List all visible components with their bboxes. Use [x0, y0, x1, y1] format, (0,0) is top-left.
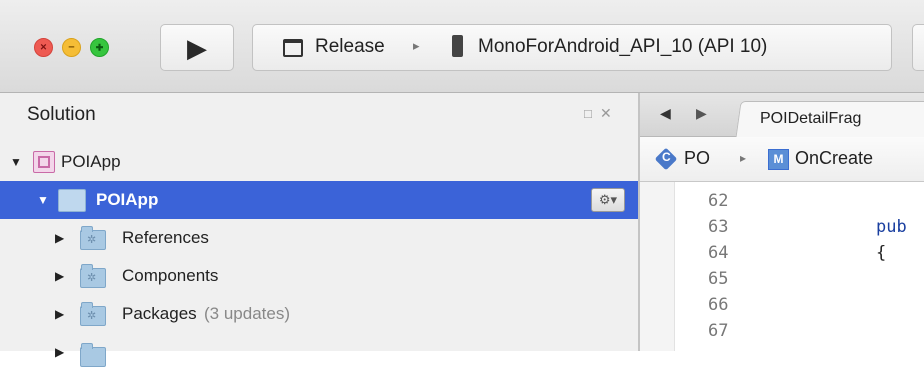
toolbar-right-button[interactable]	[912, 24, 924, 71]
class-icon-letter: C	[662, 150, 671, 164]
code-line: 64 {	[640, 243, 924, 269]
project-icon	[58, 189, 86, 212]
folder-icon	[80, 343, 106, 367]
breadcrumb-class[interactable]: PO	[684, 148, 710, 169]
line-code[interactable]: pub	[876, 217, 907, 237]
editor-tab-strip: ◀ ▶ POIDetailFrag	[640, 93, 924, 138]
code-line: 63 pub	[640, 217, 924, 243]
tree-item-label: Packages	[122, 304, 197, 323]
breadcrumb-method[interactable]: OnCreate	[795, 148, 873, 169]
minimize-window-button[interactable]: −	[62, 38, 81, 57]
window-icon	[283, 39, 303, 57]
device-label[interactable]: MonoForAndroid_API_10 (API 10)	[478, 36, 767, 58]
tree-item-label: References	[122, 228, 209, 247]
line-number: 64	[708, 243, 729, 263]
breadcrumb-bar: C PO ▸ M OnCreate	[640, 137, 924, 182]
collapsed-triangle-icon[interactable]: ▶	[55, 269, 64, 283]
collapsed-triangle-icon[interactable]: ▶	[55, 231, 64, 245]
line-number: 67	[708, 321, 729, 341]
tree-item-label: POIApp	[96, 190, 159, 209]
tab-back-icon[interactable]: ◀	[660, 105, 671, 122]
folder-icon: ✲	[80, 302, 106, 326]
configuration-label[interactable]: Release	[315, 36, 385, 58]
solution-pad: Solution □ ✕ ▼ POIApp ▼ POIApp ⚙▾ ▶ ✲ Re…	[0, 93, 638, 367]
zoom-icon: ✚	[95, 42, 104, 52]
code-line: 65	[640, 269, 924, 295]
line-number: 62	[708, 191, 729, 211]
breadcrumb-separator-icon: ▸	[740, 151, 747, 165]
collapsed-triangle-icon[interactable]: ▶	[55, 345, 64, 359]
solution-pad-title: Solution	[27, 104, 96, 125]
tree-item-packages[interactable]: ▶ ✲ Packages (3 updates)	[0, 295, 638, 333]
line-number: 66	[708, 295, 729, 315]
line-number: 63	[708, 217, 729, 237]
collapsed-triangle-icon[interactable]: ▶	[55, 307, 64, 321]
scheme-selector[interactable]: Release ▸ MonoForAndroid_API_10 (API 10)	[252, 24, 892, 71]
line-number: 65	[708, 269, 729, 289]
solution-icon	[33, 151, 55, 173]
folder-icon: ✲	[80, 226, 106, 250]
code-line: 62	[640, 191, 924, 217]
pad-close-icon[interactable]: ✕	[600, 105, 612, 122]
tab-forward-icon[interactable]: ▶	[696, 105, 707, 122]
tree-item-project-selected[interactable]: ▼ POIApp ⚙▾	[0, 181, 638, 219]
scheme-separator-icon: ▸	[413, 38, 420, 53]
close-window-button[interactable]: ×	[34, 38, 53, 57]
packages-update-count: (3 updates)	[204, 304, 290, 323]
gear-menu-button[interactable]: ⚙▾	[591, 188, 625, 212]
run-button[interactable]: ▶	[160, 24, 234, 71]
code-line: 66	[640, 295, 924, 321]
gear-icon: ⚙▾	[598, 192, 618, 207]
tree-item-components[interactable]: ▶ ✲ Components	[0, 257, 638, 295]
device-phone-icon	[452, 35, 463, 57]
tree-item-label: POIApp	[61, 152, 121, 171]
main-toolbar: × − ✚ ▶ Release ▸ MonoForAndroid_API_10 …	[0, 0, 924, 93]
expand-triangle-icon[interactable]: ▼	[10, 155, 22, 169]
folder-icon: ✲	[80, 264, 106, 288]
tree-item-partial[interactable]: ▶	[0, 333, 638, 371]
zoom-window-button[interactable]: ✚	[90, 38, 109, 57]
close-icon: ×	[40, 41, 47, 53]
minimize-icon: −	[68, 41, 75, 53]
expand-triangle-icon[interactable]: ▼	[37, 193, 49, 207]
tree-item-label: Components	[122, 266, 219, 285]
method-icon: M	[768, 149, 789, 170]
line-code[interactable]: {	[876, 243, 886, 263]
code-line: 67	[640, 321, 924, 347]
code-editor: ◀ ▶ POIDetailFrag C PO ▸ M OnCreate 62 6…	[640, 93, 924, 351]
tab-label[interactable]: POIDetailFrag	[760, 110, 861, 128]
tree-item-references[interactable]: ▶ ✲ References	[0, 219, 638, 257]
play-icon: ▶	[187, 33, 207, 63]
pad-float-icon[interactable]: □	[584, 106, 592, 121]
tree-item-solution[interactable]: ▼ POIApp	[0, 143, 638, 181]
